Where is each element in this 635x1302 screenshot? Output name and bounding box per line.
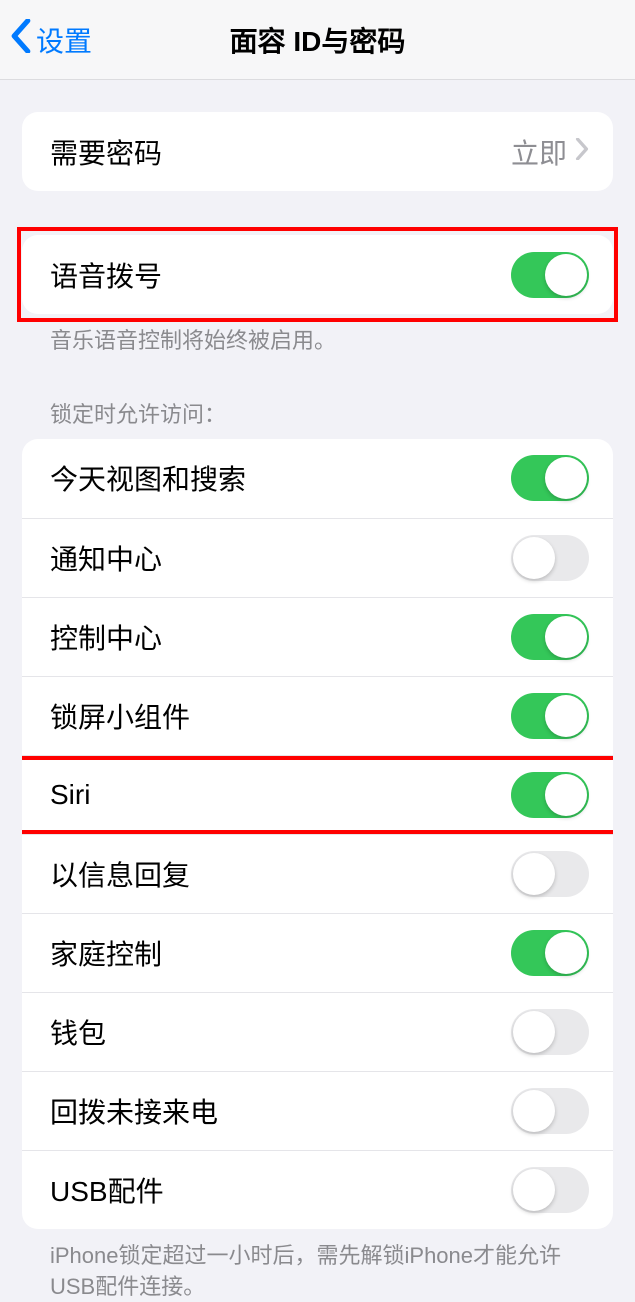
- lock-access-row[interactable]: 今天视图和搜索: [22, 439, 613, 518]
- lock-access-toggle[interactable]: [511, 1088, 589, 1134]
- lock-access-row[interactable]: USB配件: [22, 1150, 613, 1229]
- lock-access-row[interactable]: 回拨未接来电: [22, 1071, 613, 1150]
- voice-dial-label: 语音拨号: [50, 255, 162, 295]
- lock-access-toggle[interactable]: [511, 772, 589, 818]
- lock-access-row[interactable]: 以信息回复: [22, 834, 613, 913]
- lock-access-toggle[interactable]: [511, 1167, 589, 1213]
- lock-access-footer: iPhone锁定超过一小时后，需先解锁iPhone才能允许USB配件连接。: [22, 1229, 613, 1302]
- lock-access-toggle[interactable]: [511, 693, 589, 739]
- lock-access-label: 通知中心: [50, 538, 162, 578]
- lock-access-toggle[interactable]: [511, 851, 589, 897]
- lock-access-label: 钱包: [50, 1012, 106, 1052]
- chevron-right-icon: [575, 138, 589, 165]
- require-passcode-row[interactable]: 需要密码 立即: [22, 112, 613, 191]
- lock-access-toggle[interactable]: [511, 1009, 589, 1055]
- require-passcode-label: 需要密码: [50, 132, 162, 172]
- chevron-left-icon: [10, 19, 32, 60]
- require-passcode-group: 需要密码 立即: [22, 112, 613, 191]
- voice-dial-footer: 音乐语音控制将始终被启用。: [22, 314, 613, 357]
- lock-access-label: USB配件: [50, 1170, 164, 1210]
- lock-access-label: 以信息回复: [50, 854, 190, 894]
- back-button[interactable]: 设置: [10, 19, 92, 60]
- lock-access-label: 家庭控制: [50, 933, 162, 973]
- lock-access-toggle[interactable]: [511, 535, 589, 581]
- lock-access-row[interactable]: 钱包: [22, 992, 613, 1071]
- navbar: 设置 面容 ID与密码: [0, 0, 635, 80]
- lock-access-toggle[interactable]: [511, 930, 589, 976]
- lock-access-row[interactable]: 控制中心: [22, 597, 613, 676]
- require-passcode-value: 立即: [511, 132, 567, 172]
- lock-access-row[interactable]: 锁屏小组件: [22, 676, 613, 755]
- lock-access-label: 今天视图和搜索: [50, 458, 246, 498]
- back-label: 设置: [36, 20, 92, 60]
- page-title: 面容 ID与密码: [0, 20, 635, 60]
- lock-access-toggle[interactable]: [511, 614, 589, 660]
- lock-access-row[interactable]: 家庭控制: [22, 913, 613, 992]
- lock-access-label: Siri: [50, 779, 90, 811]
- lock-access-header: 锁定时允许访问：: [22, 397, 613, 439]
- lock-access-label: 控制中心: [50, 617, 162, 657]
- lock-access-label: 回拨未接来电: [50, 1091, 218, 1131]
- lock-access-label: 锁屏小组件: [50, 696, 190, 736]
- voice-dial-group: 语音拨号: [22, 235, 613, 314]
- lock-access-row[interactable]: 通知中心: [22, 518, 613, 597]
- lock-access-row[interactable]: Siri: [22, 755, 613, 834]
- voice-dial-row[interactable]: 语音拨号: [22, 235, 613, 314]
- voice-dial-toggle[interactable]: [511, 252, 589, 298]
- lock-access-group: 今天视图和搜索通知中心控制中心锁屏小组件 Siri 以信息回复家庭控制钱包回拨未接来…: [22, 439, 613, 1229]
- lock-access-toggle[interactable]: [511, 455, 589, 501]
